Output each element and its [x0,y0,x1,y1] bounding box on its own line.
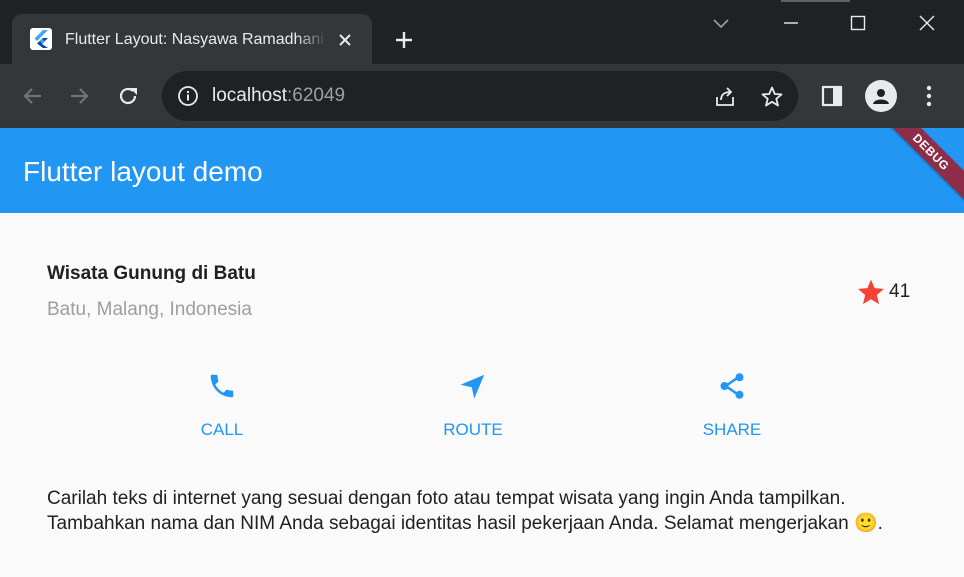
share-icon [716,370,748,402]
place-title: Wisata Gunung di Batu [47,263,256,284]
tab-search-chevron-down-icon[interactable] [706,8,736,38]
minimize-icon[interactable] [776,8,806,38]
menu-kebab-icon[interactable] [914,81,944,111]
app-body: Wisata Gunung di Batu Batu, Malang, Indo… [0,213,964,577]
url-port: :62049 [287,85,346,106]
tab-title: Flutter Layout: Nasyawa Ramadhani [65,31,324,48]
bookmark-star-icon[interactable] [759,84,785,110]
description-text: Carilah teks di internet yang sesuai den… [47,488,883,534]
browser-tabstrip: Flutter Layout: Nasyawa Ramadhani [0,0,964,64]
url-host: localhost [212,85,287,106]
share-label: SHARE [702,420,762,439]
star-icon [858,279,884,305]
new-tab-icon[interactable] [390,26,418,54]
route-label: ROUTE [443,420,503,439]
browser-tab[interactable]: Flutter Layout: Nasyawa Ramadhani [12,14,372,64]
forward-arrow-icon[interactable] [64,80,96,112]
profile-avatar-icon[interactable] [865,80,897,112]
browser-toolbar: localhost:62049 [0,64,964,128]
back-arrow-icon[interactable] [16,80,48,112]
app-bar: Flutter layout demo DEBUG [0,128,964,213]
debug-banner: DEBUG [870,128,964,213]
app-bar-title: Flutter layout demo [23,156,263,187]
favorite-rating: 41 [856,277,910,307]
reload-icon[interactable] [112,80,144,112]
route-button[interactable]: ROUTE [393,368,553,440]
call-button[interactable]: CALL [142,368,302,440]
share-button[interactable]: SHARE [652,368,812,440]
place-location: Batu, Malang, Indonesia [47,299,252,320]
address-bar[interactable]: localhost:62049 [162,71,798,121]
phone-icon [206,370,238,402]
flutter-favicon-icon [30,28,52,50]
tabstrip-divider [781,0,850,2]
call-label: CALL [200,420,244,439]
share-page-icon[interactable] [712,84,738,110]
url-text: localhost:62049 [212,84,345,108]
favorite-count: 41 [889,281,911,302]
side-panel-icon[interactable] [817,81,847,111]
navigation-icon [457,370,489,402]
maximize-icon[interactable] [843,8,873,38]
tab-close-icon[interactable] [334,29,356,51]
window-close-icon[interactable] [912,8,942,38]
site-info-icon[interactable] [176,84,200,108]
